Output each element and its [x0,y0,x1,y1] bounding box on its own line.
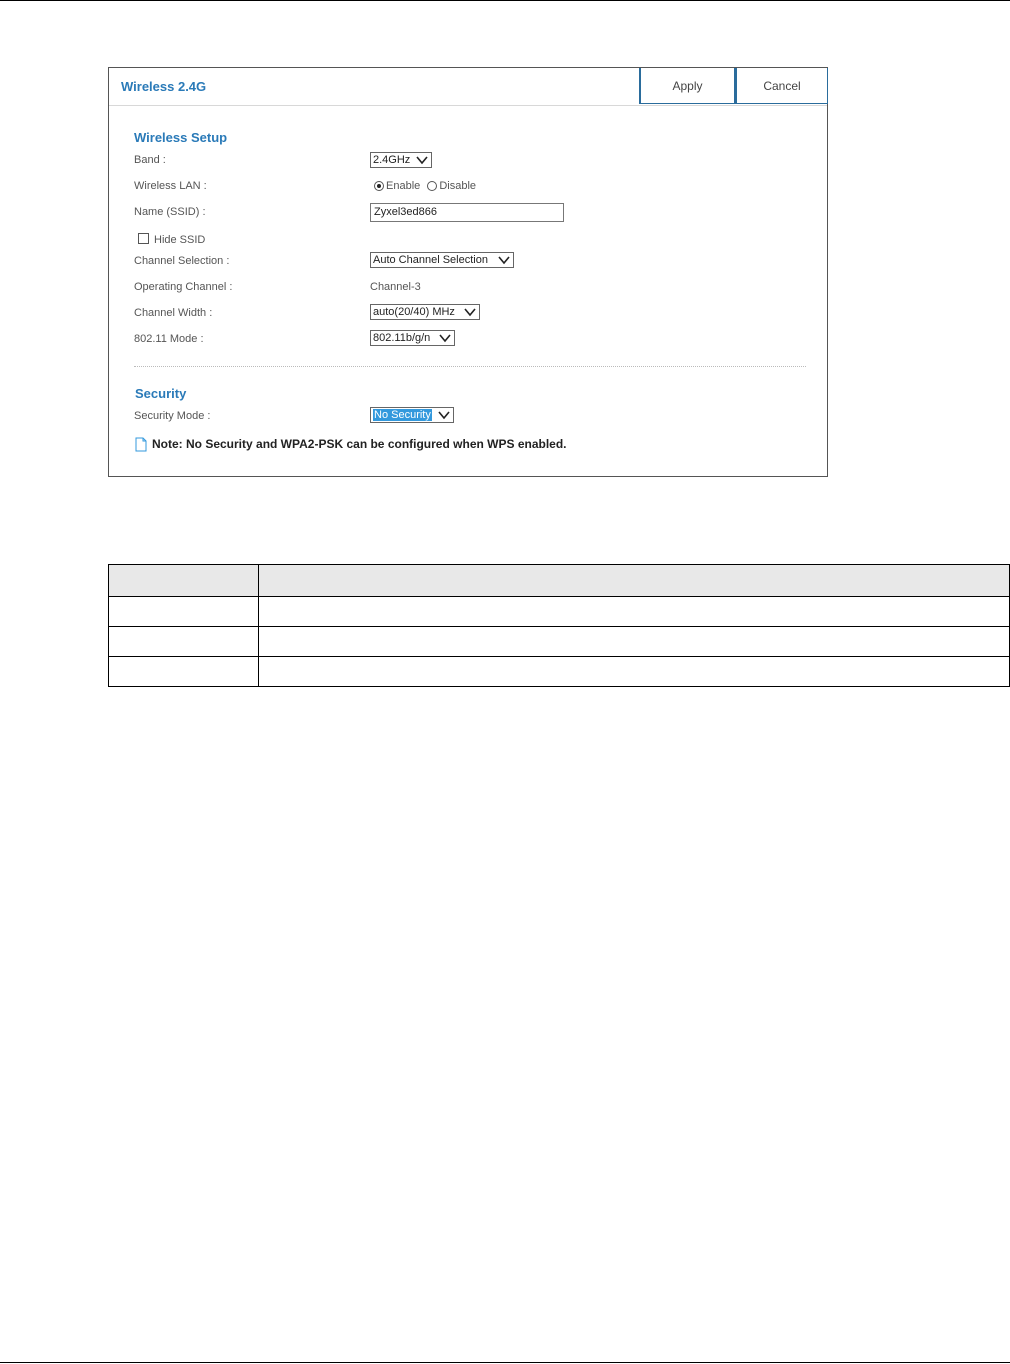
wps-note: Note: No Security and WPA2-PSK can be co… [135,437,567,452]
table-header-cell [108,564,259,597]
wireless-lan-label: Wireless LAN : [134,180,207,192]
page-top-rule [0,0,1010,1]
channel-width-value: auto(20/40) MHz [373,306,455,318]
chevron-down-icon [438,411,450,420]
table-cell [258,626,1010,657]
security-heading: Security [135,386,187,401]
table-cell [258,656,1010,687]
table-cell [258,596,1010,627]
mode-select[interactable]: 802.11b/g/n [370,330,455,346]
ssid-label: Name (SSID) : [134,206,206,218]
channel-width-label: Channel Width : [134,307,213,319]
channel-width-select[interactable]: auto(20/40) MHz [370,304,480,320]
hide-ssid-label: Hide SSID [154,234,206,246]
table-cell [108,596,259,627]
table-header-cell [258,564,1010,597]
description-table [108,564,1010,687]
wireless-setup-heading: Wireless Setup [134,130,228,145]
channel-selection-value: Auto Channel Selection [373,254,488,266]
chevron-down-icon [416,156,428,165]
panel-title: Wireless 2.4G [121,79,207,94]
security-mode-select[interactable]: No Security [370,407,454,423]
security-mode-label: Security Mode : [134,410,211,422]
table-row [108,596,1010,627]
page-bottom-rule [0,1362,1010,1363]
panel-header: Wireless 2.4G Apply Cancel [109,68,828,106]
wireless-lan-radio-group: Enable Disable [374,180,480,192]
channel-selection-select[interactable]: Auto Channel Selection [370,252,514,268]
operating-channel-label: Operating Channel : [134,281,233,293]
operating-channel-value: Channel-3 [370,281,421,293]
enable-radio-label: Enable [386,180,421,193]
enable-radio[interactable] [374,181,384,192]
table-header-row [108,564,1010,597]
table-cell [108,626,259,657]
channel-selection-label: Channel Selection : [134,255,230,267]
table-row [108,626,1010,657]
band-label: Band : [134,154,166,166]
apply-button[interactable]: Apply [639,68,735,104]
band-select[interactable]: 2.4GHz [370,152,432,168]
table-cell [108,656,259,687]
cancel-button[interactable]: Cancel [735,68,828,104]
mode-value: 802.11b/g/n [373,332,431,344]
table-row [108,656,1010,687]
note-icon [135,437,147,452]
mode-label: 802.11 Mode : [134,333,204,345]
band-select-value: 2.4GHz [373,154,411,166]
hide-ssid-checkbox[interactable] [138,233,149,244]
ssid-input[interactable]: Zyxel3ed866 [370,203,564,222]
chevron-down-icon [464,308,476,317]
section-divider [134,366,806,367]
chevron-down-icon [439,334,451,343]
security-mode-value: No Security [373,409,432,421]
wireless-settings-panel: Wireless 2.4G Apply Cancel Wireless Setu… [108,67,828,477]
chevron-down-icon [498,256,510,265]
disable-radio[interactable] [427,181,438,192]
wps-note-text: Note: No Security and WPA2-PSK can be co… [152,437,567,451]
disable-radio-label: Disable [439,180,477,193]
